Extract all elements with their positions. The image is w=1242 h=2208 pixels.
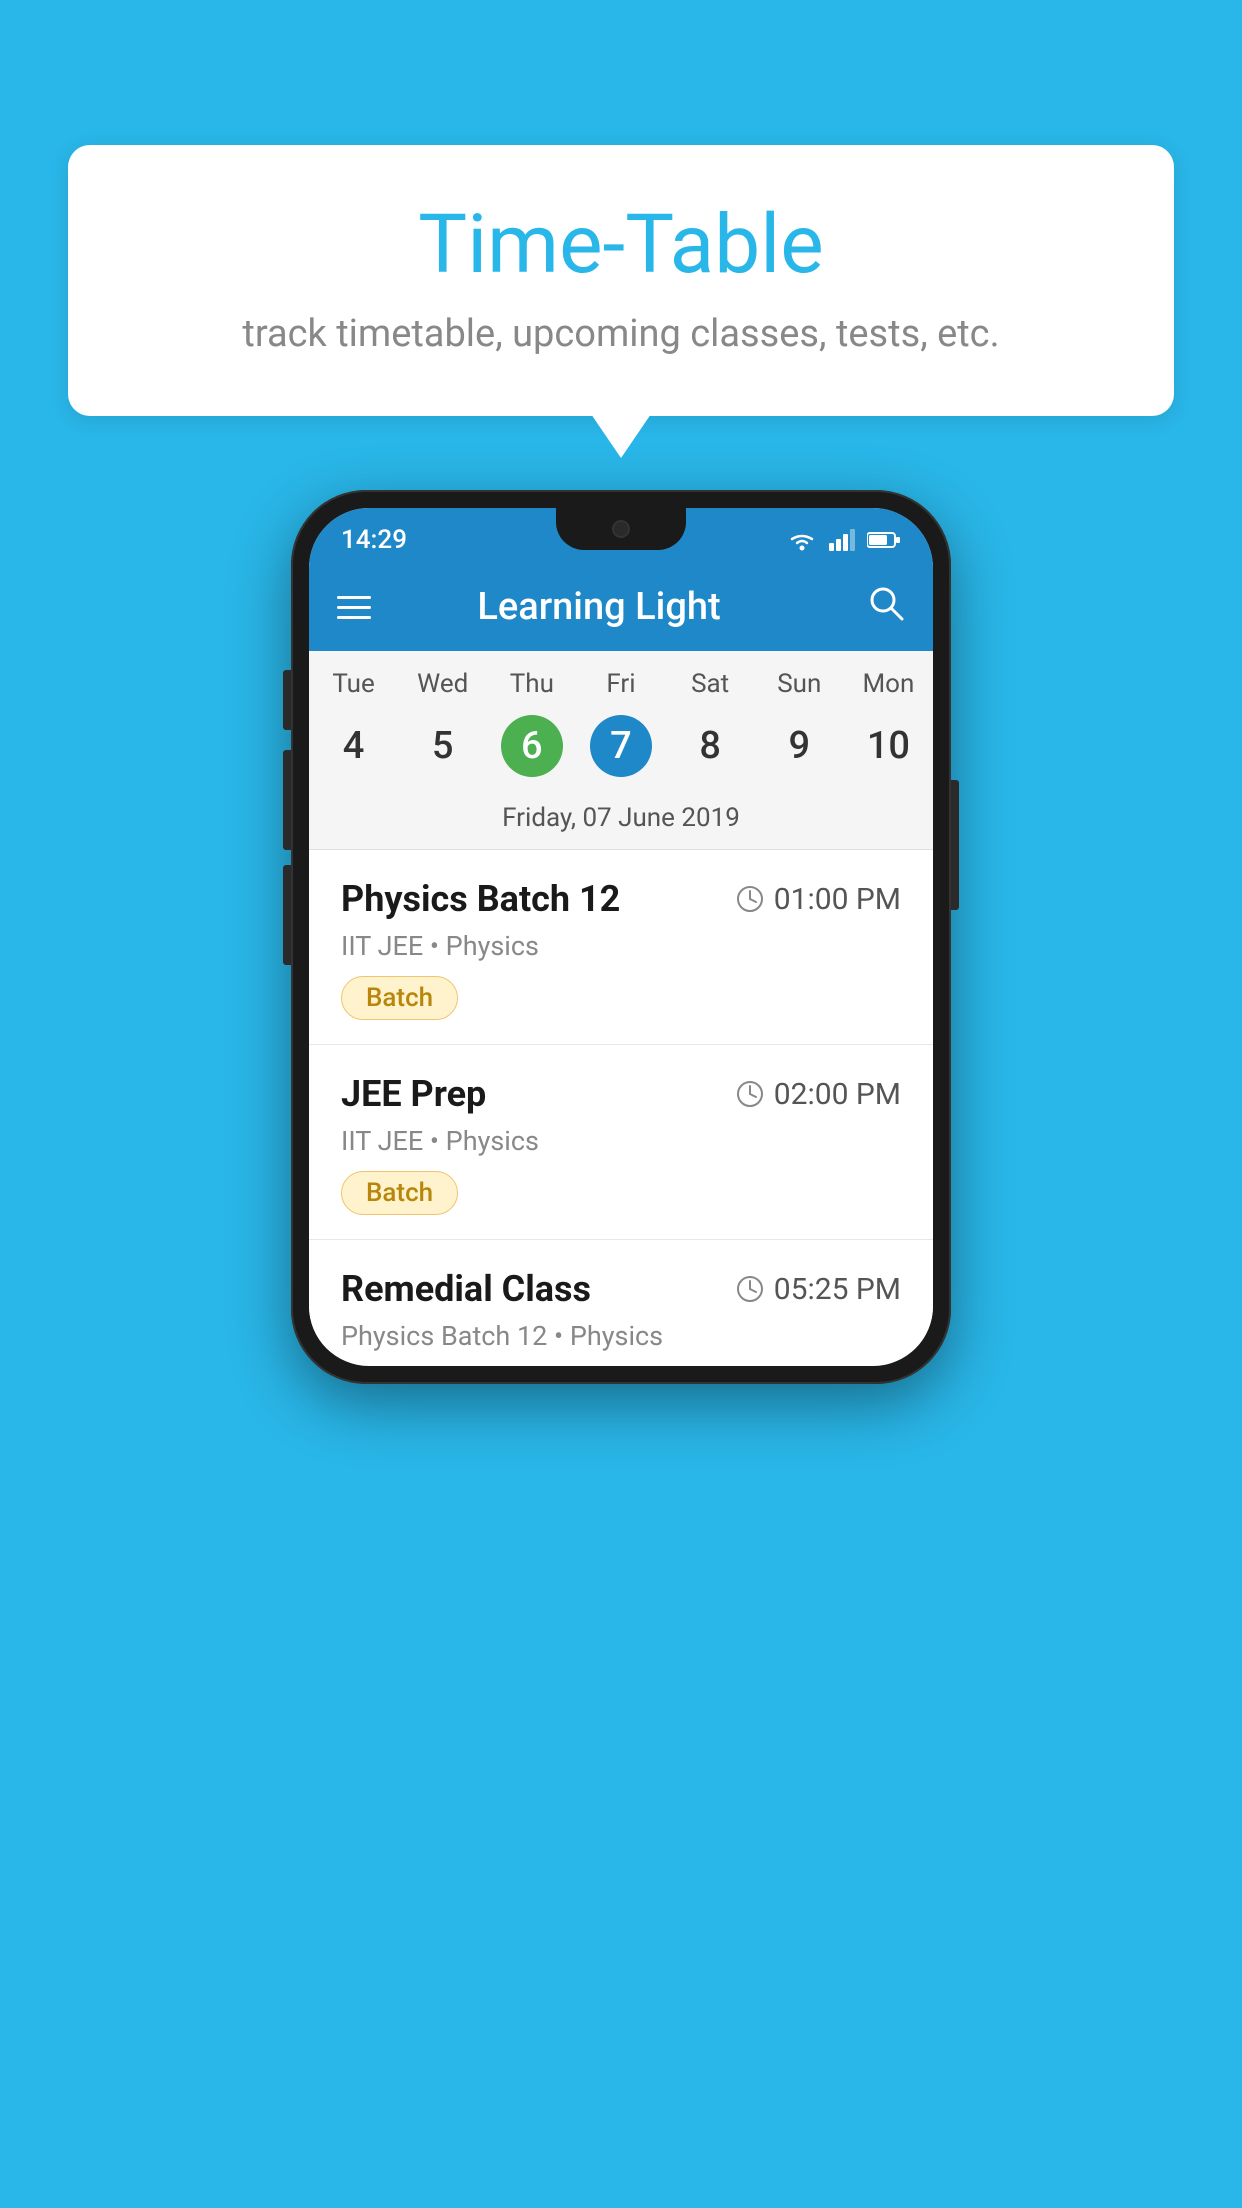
schedule-item-1[interactable]: Physics Batch 12 01:00 PM IIT JEE • Phys…: [309, 850, 933, 1045]
day-header-sun: Sun: [755, 669, 844, 699]
schedule-item-header-3: Remedial Class 05:25 PM: [341, 1268, 901, 1310]
speech-bubble: Time-Table track timetable, upcoming cla…: [68, 145, 1174, 416]
schedule-time-1: 01:00 PM: [736, 882, 901, 917]
phone-mockup: 14:29: [291, 490, 951, 1384]
selected-date-label: Friday, 07 June 2019: [309, 793, 933, 850]
phone-notch: [556, 508, 686, 550]
schedule-time-3: 05:25 PM: [736, 1272, 901, 1307]
schedule-item-header-1: Physics Batch 12 01:00 PM: [341, 878, 901, 920]
day-number-8[interactable]: 8: [666, 724, 755, 768]
wifi-icon: [787, 529, 817, 551]
hamburger-line: [337, 616, 371, 619]
app-bar: Learning Light: [309, 563, 933, 651]
speech-bubble-container: Time-Table track timetable, upcoming cla…: [68, 145, 1174, 416]
day-header-wed: Wed: [398, 669, 487, 699]
day-number-9[interactable]: 9: [755, 724, 844, 768]
day-number-5[interactable]: 5: [398, 724, 487, 768]
schedule-item-2[interactable]: JEE Prep 02:00 PM IIT JEE • Physics Batc…: [309, 1045, 933, 1240]
batch-badge-1: Batch: [341, 976, 458, 1020]
day-numbers: 4 5 6 7 8 9 10: [309, 707, 933, 793]
calendar-section: Tue Wed Thu Fri Sat Sun Mon 4 5 6 7: [309, 651, 933, 850]
day-header-tue: Tue: [309, 669, 398, 699]
phone-button-left2: [283, 750, 291, 850]
day-header-thu: Thu: [487, 669, 576, 699]
day-number-7[interactable]: 7: [576, 715, 665, 777]
day-headers: Tue Wed Thu Fri Sat Sun Mon: [309, 651, 933, 707]
camera-dot: [612, 520, 630, 538]
phone-button-right: [951, 780, 959, 910]
schedule-name-1: Physics Batch 12: [341, 878, 620, 920]
hamburger-line: [337, 606, 371, 609]
day-number-4[interactable]: 4: [309, 724, 398, 768]
battery-icon: [867, 531, 901, 549]
app-title: Learning Light: [401, 585, 797, 629]
phone-button-left3: [283, 865, 291, 965]
day-header-fri: Fri: [576, 669, 665, 699]
day-header-sat: Sat: [666, 669, 755, 699]
schedule-name-3: Remedial Class: [341, 1268, 591, 1310]
clock-icon-1: [736, 885, 764, 913]
schedule-item-header-2: JEE Prep 02:00 PM: [341, 1073, 901, 1115]
hamburger-line: [337, 596, 371, 599]
schedule-meta-2: IIT JEE • Physics: [341, 1125, 901, 1157]
batch-badge-2: Batch: [341, 1171, 458, 1215]
schedule-time-2: 02:00 PM: [736, 1077, 901, 1112]
search-icon[interactable]: [867, 584, 905, 631]
phone-screen: 14:29: [309, 508, 933, 1366]
signal-icon: [829, 529, 855, 551]
schedule-name-2: JEE Prep: [341, 1073, 486, 1115]
bubble-subtitle: track timetable, upcoming classes, tests…: [128, 312, 1114, 356]
phone-button-left1: [283, 670, 291, 730]
status-time: 14:29: [341, 525, 407, 555]
day-header-mon: Mon: [844, 669, 933, 699]
day-number-10[interactable]: 10: [844, 724, 933, 768]
hamburger-menu-icon[interactable]: [337, 596, 371, 619]
clock-icon-2: [736, 1080, 764, 1108]
day-number-6[interactable]: 6: [487, 715, 576, 777]
phone-outer: 14:29: [291, 490, 951, 1384]
bubble-title: Time-Table: [128, 200, 1114, 290]
clock-icon-3: [736, 1275, 764, 1303]
schedule-item-3[interactable]: Remedial Class 05:25 PM Physics Batch 12…: [309, 1240, 933, 1352]
schedule-meta-1: IIT JEE • Physics: [341, 930, 901, 962]
schedule-meta-3: Physics Batch 12 • Physics: [341, 1320, 901, 1352]
status-icons: [787, 529, 901, 551]
